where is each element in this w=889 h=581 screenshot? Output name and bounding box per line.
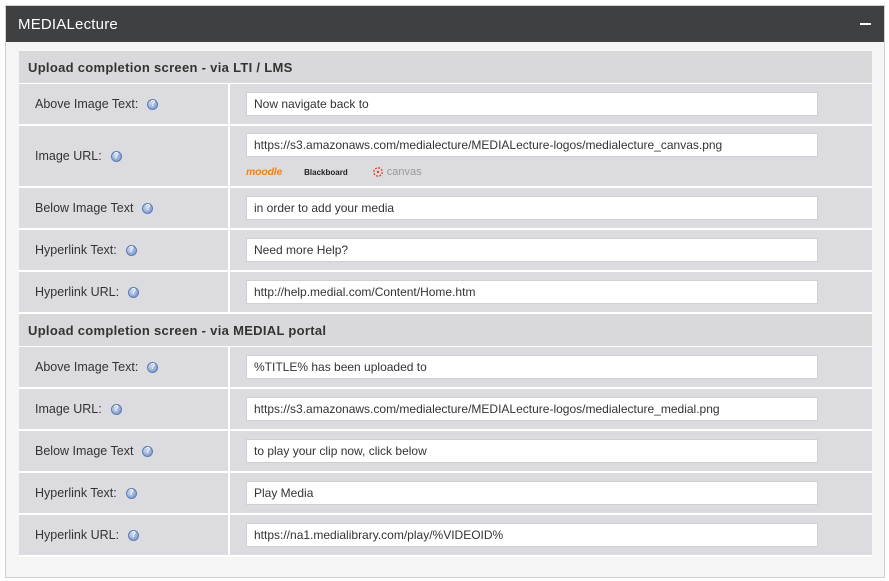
help-icon[interactable]: ? xyxy=(142,202,154,214)
section-header-medial-portal: Upload completion screen - via MEDIAL po… xyxy=(19,314,872,347)
field-label: Hyperlink URL: ? xyxy=(19,272,230,312)
field-label: Above Image Text: ? xyxy=(19,84,230,124)
help-icon[interactable]: ? xyxy=(147,361,159,373)
medialecture-panel: MEDIALecture Upload completion screen - … xyxy=(5,5,885,578)
field-cell xyxy=(230,473,872,513)
field-label: Hyperlink Text: ? xyxy=(19,230,230,270)
field-label: Below Image Text ? xyxy=(19,188,230,228)
row-portal-above-image-text: Above Image Text: ? xyxy=(19,347,872,389)
blackboard-logo: Blackboard xyxy=(304,167,348,177)
help-icon[interactable]: ? xyxy=(110,150,122,162)
portal-below-image-text-input[interactable] xyxy=(246,439,818,463)
field-cell: moodle Blackboard canvas xyxy=(230,126,872,186)
field-label: Hyperlink Text: ? xyxy=(19,473,230,513)
settings-content: Upload completion screen - via LTI / LMS… xyxy=(19,51,872,557)
help-icon[interactable]: ? xyxy=(128,286,140,298)
panel-title: MEDIALecture xyxy=(18,15,118,33)
portal-hyperlink-text-input[interactable] xyxy=(246,481,818,505)
field-cell xyxy=(230,188,872,228)
row-lti-hyperlink-text: Hyperlink Text: ? xyxy=(19,230,872,272)
row-portal-below-image-text: Below Image Text ? xyxy=(19,431,872,473)
label-text: Hyperlink URL: xyxy=(35,285,120,299)
lms-logos-preview: moodle Blackboard canvas xyxy=(246,165,872,179)
field-cell xyxy=(230,515,872,555)
help-icon[interactable]: ? xyxy=(110,403,122,415)
row-lti-image-url: Image URL: ? moodle Blackboard canvas xyxy=(19,126,872,188)
panel-header: MEDIALecture xyxy=(6,6,884,42)
help-icon[interactable]: ? xyxy=(147,98,159,110)
row-portal-hyperlink-text: Hyperlink Text: ? xyxy=(19,473,872,515)
field-label: Above Image Text: ? xyxy=(19,347,230,387)
field-cell xyxy=(230,272,872,312)
section-header-lti: Upload completion screen - via LTI / LMS xyxy=(19,51,872,84)
moodle-logo: moodle xyxy=(246,166,283,178)
canvas-logo: canvas xyxy=(372,166,422,178)
field-cell xyxy=(230,389,872,429)
lti-below-image-text-input[interactable] xyxy=(246,196,818,220)
minus-icon[interactable] xyxy=(858,17,872,31)
help-icon[interactable]: ? xyxy=(125,244,137,256)
lti-hyperlink-text-input[interactable] xyxy=(246,238,818,262)
label-text: Hyperlink Text: xyxy=(35,486,117,500)
field-label: Hyperlink URL: ? xyxy=(19,515,230,555)
row-lti-below-image-text: Below Image Text ? xyxy=(19,188,872,230)
row-lti-hyperlink-url: Hyperlink URL: ? xyxy=(19,272,872,314)
label-text: Below Image Text xyxy=(35,201,134,215)
row-portal-hyperlink-url: Hyperlink URL: ? xyxy=(19,515,872,557)
row-lti-above-image-text: Above Image Text: ? xyxy=(19,84,872,126)
field-label: Image URL: ? xyxy=(19,389,230,429)
label-text: Image URL: xyxy=(35,149,102,163)
field-cell xyxy=(230,431,872,471)
field-cell xyxy=(230,347,872,387)
help-icon[interactable]: ? xyxy=(125,487,137,499)
label-text: Above Image Text: xyxy=(35,360,139,374)
lti-above-image-text-input[interactable] xyxy=(246,92,818,116)
label-text: Hyperlink Text: xyxy=(35,243,117,257)
field-cell xyxy=(230,230,872,270)
label-text: Hyperlink URL: xyxy=(35,528,120,542)
help-icon[interactable]: ? xyxy=(128,529,140,541)
label-text: Image URL: xyxy=(35,402,102,416)
portal-image-url-input[interactable] xyxy=(246,397,818,421)
row-portal-image-url: Image URL: ? xyxy=(19,389,872,431)
field-cell xyxy=(230,84,872,124)
label-text: Above Image Text: xyxy=(35,97,139,111)
field-label: Below Image Text ? xyxy=(19,431,230,471)
label-text: Below Image Text xyxy=(35,444,134,458)
lti-hyperlink-url-input[interactable] xyxy=(246,280,818,304)
portal-above-image-text-input[interactable] xyxy=(246,355,818,379)
help-icon[interactable]: ? xyxy=(142,445,154,457)
field-label: Image URL: ? xyxy=(19,126,230,186)
canvas-logo-text: canvas xyxy=(386,166,422,178)
portal-hyperlink-url-input[interactable] xyxy=(246,523,818,547)
lti-image-url-input[interactable] xyxy=(246,133,818,157)
canvas-icon xyxy=(372,167,383,177)
